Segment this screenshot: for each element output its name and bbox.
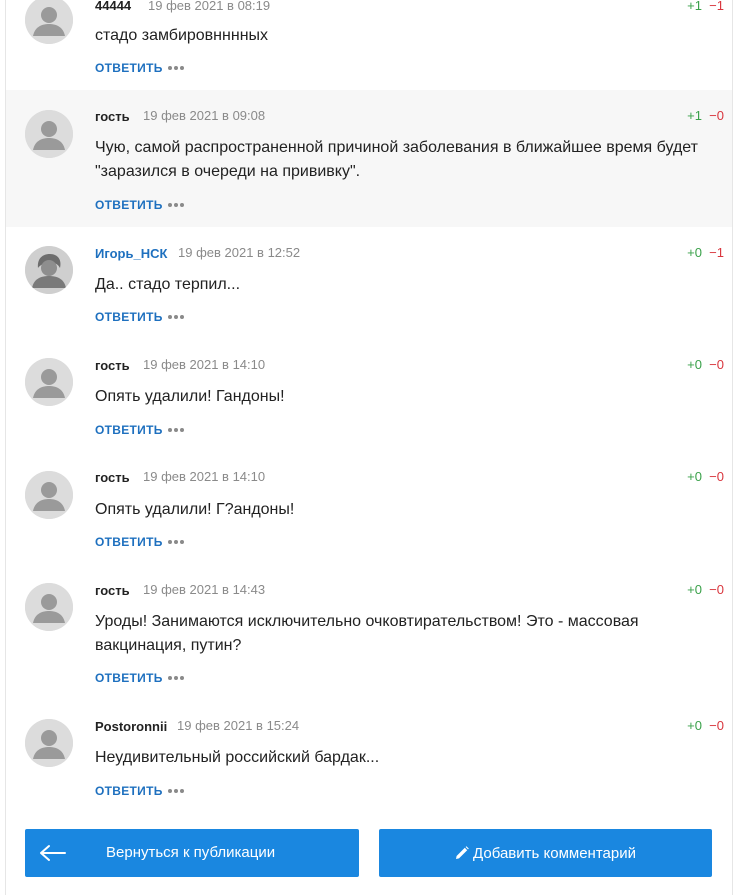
vote-up-button[interactable]: +0: [687, 245, 702, 260]
vote-down-button[interactable]: −0: [709, 357, 724, 372]
more-dots-icon[interactable]: [168, 538, 188, 546]
vote-up-button[interactable]: +1: [687, 108, 702, 123]
vote-up-button[interactable]: +0: [687, 469, 702, 484]
vote-up-button[interactable]: +1: [687, 0, 702, 13]
comment-date: 19 фев 2021 в 12:52: [178, 245, 301, 260]
more-dots-icon[interactable]: [168, 787, 188, 795]
comment-text: Уроды! Занимаются исключительно очковтир…: [95, 613, 639, 654]
comment-author[interactable]: гость: [95, 109, 130, 124]
vote-up-button[interactable]: +0: [687, 357, 702, 372]
comment-text: Неудивительный российский бардак...: [95, 749, 380, 766]
avatar[interactable]: [25, 110, 73, 158]
avatar[interactable]: [25, 471, 73, 519]
vote-down-button[interactable]: −1: [709, 245, 724, 260]
reply-button[interactable]: ОТВЕТИТЬ: [95, 310, 163, 324]
more-dots-icon[interactable]: [168, 313, 188, 321]
avatar[interactable]: [25, 246, 73, 294]
avatar[interactable]: [25, 358, 73, 406]
reply-button[interactable]: ОТВЕТИТЬ: [95, 671, 163, 685]
vote-down-button[interactable]: −0: [709, 469, 724, 484]
comment-item: 44444 19 фев 2021 в 08:19 +1 −1 стадо за…: [6, 0, 732, 90]
avatar[interactable]: [25, 583, 73, 631]
comment-author[interactable]: 44444: [95, 0, 131, 13]
vote-up-button[interactable]: +0: [687, 718, 702, 733]
comment-date: 19 фев 2021 в 14:10: [143, 357, 266, 372]
comment-date: 19 фев 2021 в 15:24: [177, 718, 300, 733]
arrow-left-icon: [40, 845, 66, 861]
vote-down-button[interactable]: −0: [709, 718, 724, 733]
add-comment-button[interactable]: Добавить комментарий: [379, 829, 712, 877]
comment-date: 19 фев 2021 в 09:08: [143, 108, 266, 123]
vote-down-button[interactable]: −0: [709, 108, 724, 123]
more-dots-icon[interactable]: [168, 201, 188, 209]
comment-author[interactable]: гость: [95, 358, 130, 373]
comment-text: Опять удалили! Гандоны!: [95, 388, 285, 405]
comment-author[interactable]: гость: [95, 583, 130, 598]
comment-text: Опять удалили! Г?андоны!: [95, 501, 295, 518]
add-button-label: Добавить комментарий: [473, 844, 636, 862]
comment-item: Игорь_НСК 19 фев 2021 в 12:52 +0 −1 Да..…: [6, 227, 732, 339]
avatar[interactable]: [25, 0, 73, 44]
comment-author[interactable]: Игорь_НСК: [95, 246, 167, 261]
reply-button[interactable]: ОТВЕТИТЬ: [95, 535, 163, 549]
comment-item: гость 19 фев 2021 в 09:08 +1 −0 Чую, сам…: [6, 90, 732, 227]
reply-button[interactable]: ОТВЕТИТЬ: [95, 61, 163, 75]
reply-button[interactable]: ОТВЕТИТЬ: [95, 423, 163, 437]
user-silhouette-icon: [25, 0, 73, 44]
comment-item: гость 19 фев 2021 в 14:10 +0 −0 Опять уд…: [6, 451, 732, 564]
back-button-label: Вернуться к публикации: [106, 844, 276, 861]
reply-button[interactable]: ОТВЕТИТЬ: [95, 198, 163, 212]
user-silhouette-icon: [25, 358, 73, 406]
comment-item: гость 19 фев 2021 в 14:43 +0 −0 Уроды! З…: [6, 564, 732, 700]
comment-text: стадо замбировнннных: [95, 27, 269, 44]
more-dots-icon[interactable]: [168, 674, 188, 682]
user-photo-avatar-icon: [25, 246, 73, 294]
vote-down-button[interactable]: −1: [709, 0, 724, 13]
back-to-publication-button[interactable]: Вернуться к публикации: [25, 829, 359, 877]
comment-date: 19 фев 2021 в 08:19: [148, 0, 271, 13]
comment-item: гость 19 фев 2021 в 14:10 +0 −0 Опять уд…: [6, 339, 732, 451]
vote-up-button[interactable]: +0: [687, 582, 702, 597]
comment-item: Postoronnii 19 фев 2021 в 15:24 +0 −0 Не…: [6, 700, 732, 812]
user-silhouette-icon: [25, 583, 73, 631]
comment-text: Чую, самой распространенной причиной заб…: [95, 139, 698, 180]
more-dots-icon[interactable]: [168, 426, 188, 434]
comment-date: 19 фев 2021 в 14:10: [143, 469, 266, 484]
comment-date: 19 фев 2021 в 14:43: [143, 582, 266, 597]
user-silhouette-icon: [25, 719, 73, 767]
vote-down-button[interactable]: −0: [709, 582, 724, 597]
more-dots-icon[interactable]: [168, 64, 188, 72]
avatar[interactable]: [25, 719, 73, 767]
comment-author[interactable]: гость: [95, 470, 130, 485]
user-silhouette-icon: [25, 471, 73, 519]
comment-text: Да.. стадо терпил...: [95, 276, 241, 293]
comment-author[interactable]: Postoronnii: [95, 719, 167, 734]
pencil-icon: [456, 846, 469, 859]
reply-button[interactable]: ОТВЕТИТЬ: [95, 784, 163, 798]
user-silhouette-icon: [25, 110, 73, 158]
